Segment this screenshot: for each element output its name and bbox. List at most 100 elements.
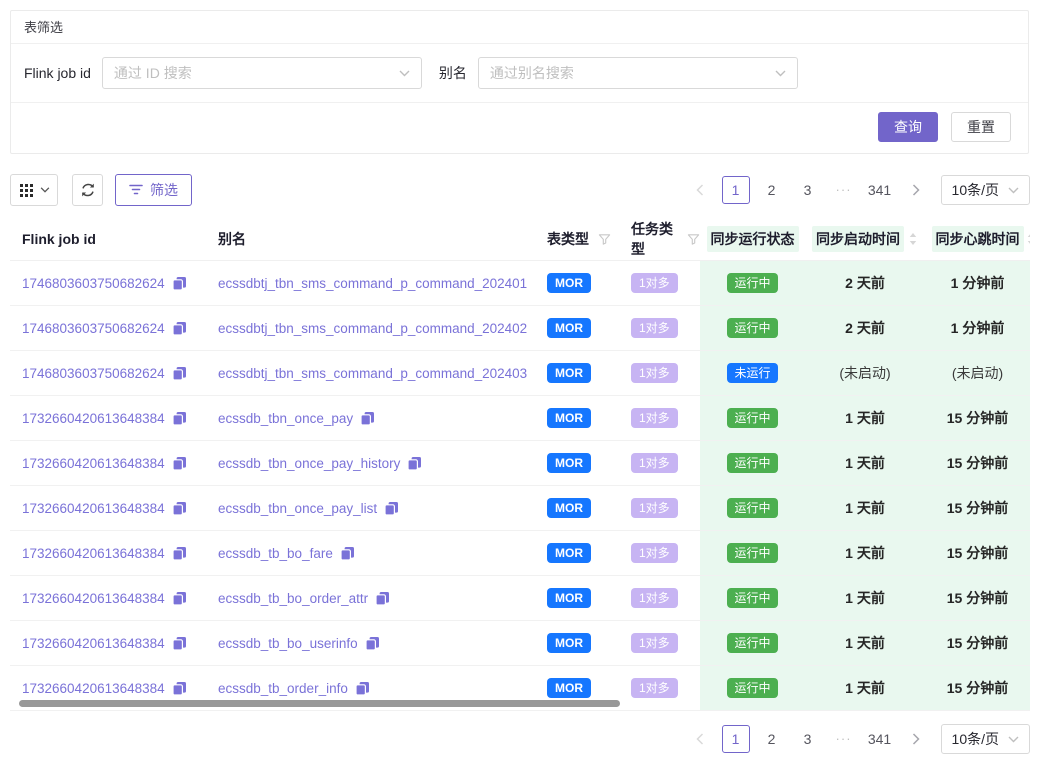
chevron-right-icon [912, 184, 920, 196]
row-alias-link[interactable]: ecssdbtj_tbn_sms_command_p_command_20240… [218, 321, 527, 336]
page-button-last[interactable]: 341 [866, 176, 894, 204]
row-alias-link[interactable]: ecssdb_tbn_once_pay_history [218, 456, 400, 471]
table-type-badge: MOR [547, 498, 591, 518]
status-badge: 未运行 [727, 363, 777, 383]
copy-icon[interactable] [172, 501, 187, 516]
copy-icon[interactable] [172, 276, 187, 291]
next-page-button[interactable] [902, 176, 930, 204]
row-alias-link[interactable]: ecssdb_tb_bo_order_attr [218, 591, 368, 606]
filter-button[interactable]: 筛选 [115, 174, 192, 206]
copy-icon[interactable] [172, 681, 187, 696]
page-button-2[interactable]: 2 [758, 176, 786, 204]
copy-icon[interactable] [172, 321, 187, 336]
page-button-3[interactable]: 3 [794, 176, 822, 204]
col-header-flink-job-id: Flink job id [10, 218, 206, 260]
status-badge: 运行中 [727, 588, 777, 608]
task-type-cell: 1对多 [619, 306, 700, 350]
flink-job-id-cell: 1746803603750682624 [10, 306, 206, 350]
copy-icon[interactable] [384, 501, 399, 516]
page-button-2[interactable]: 2 [758, 725, 786, 753]
col-header-sync-status: 同步运行状态 [700, 218, 805, 260]
copy-icon[interactable] [172, 591, 187, 606]
copy-icon[interactable] [360, 411, 375, 426]
start-time-cell: 2 天前 [805, 306, 925, 350]
page-size-select[interactable]: 10条/页 [941, 724, 1030, 754]
refresh-icon [80, 182, 96, 198]
alias-select[interactable]: 通过别名搜索 [478, 57, 798, 89]
task-type-cell: 1对多 [619, 261, 700, 305]
horizontal-scrollbar-thumb[interactable] [19, 700, 620, 707]
copy-icon[interactable] [365, 636, 380, 651]
row-id-link[interactable]: 1732660420613648384 [22, 501, 165, 516]
row-alias-link[interactable]: ecssdb_tbn_once_pay [218, 411, 353, 426]
copy-icon[interactable] [172, 546, 187, 561]
task-type-badge: 1对多 [631, 678, 678, 698]
flink-job-id-select[interactable]: 通过 ID 搜索 [102, 57, 422, 89]
page-ellipsis[interactable]: ··· [830, 725, 858, 753]
filter-card: 表筛选 Flink job id 通过 ID 搜索 别名 通过别名搜索 [10, 10, 1029, 154]
page-size-select[interactable]: 10条/页 [941, 175, 1030, 205]
column-settings-button[interactable] [10, 174, 58, 206]
filter-funnel-icon[interactable] [598, 233, 611, 246]
prev-page-button[interactable] [686, 725, 714, 753]
col-header-sync-heartbeat-time[interactable]: 同步心跳时间 [925, 218, 1030, 260]
page-ellipsis[interactable]: ··· [830, 176, 858, 204]
table-body: 1746803603750682624 ecssdbtj_tbn_sms_com… [10, 261, 1030, 711]
sorter-icon[interactable] [1026, 232, 1030, 246]
copy-icon[interactable] [375, 591, 390, 606]
row-alias-link[interactable]: ecssdb_tb_bo_fare [218, 546, 333, 561]
chevron-down-icon [40, 187, 50, 193]
sync-status-cell: 运行中 [700, 441, 805, 485]
copy-icon[interactable] [355, 681, 370, 696]
heartbeat-time-cell: 1 分钟前 [925, 261, 1030, 305]
table-type-cell: MOR [535, 441, 619, 485]
page-button-1[interactable]: 1 [722, 725, 750, 753]
row-id-link[interactable]: 1732660420613648384 [22, 591, 165, 606]
table-type-badge: MOR [547, 363, 591, 383]
prev-page-button[interactable] [686, 176, 714, 204]
row-alias-link[interactable]: ecssdb_tb_order_info [218, 681, 348, 696]
next-page-button[interactable] [902, 725, 930, 753]
chevron-down-icon [1008, 187, 1019, 194]
alias-label: 别名 [439, 63, 467, 83]
row-id-link[interactable]: 1746803603750682624 [22, 276, 165, 291]
chevron-down-icon [1008, 736, 1019, 743]
row-id-link[interactable]: 1746803603750682624 [22, 321, 165, 336]
table-toolbar: 筛选 1 2 3 ··· 341 10条/页 [10, 174, 1030, 206]
col-header-label: 任务类型 [631, 219, 678, 259]
copy-icon[interactable] [407, 456, 422, 471]
row-alias-link[interactable]: ecssdbtj_tbn_sms_command_p_command_20240… [218, 366, 527, 381]
query-button[interactable]: 查询 [878, 112, 938, 142]
alias-cell: ecssdbtj_tbn_sms_command_p_command_20240… [206, 351, 535, 395]
filter-funnel-icon[interactable] [687, 233, 700, 246]
copy-icon[interactable] [172, 456, 187, 471]
refresh-button[interactable] [72, 174, 103, 206]
status-badge: 运行中 [727, 543, 777, 563]
page-button-1[interactable]: 1 [722, 176, 750, 204]
row-id-link[interactable]: 1732660420613648384 [22, 546, 165, 561]
chevron-down-icon [399, 70, 410, 77]
task-type-badge: 1对多 [631, 633, 678, 653]
status-badge: 运行中 [727, 318, 777, 338]
start-time-cell: 1 天前 [805, 441, 925, 485]
copy-icon[interactable] [172, 411, 187, 426]
copy-icon[interactable] [340, 546, 355, 561]
copy-icon[interactable] [172, 366, 187, 381]
page-button-3[interactable]: 3 [794, 725, 822, 753]
row-id-link[interactable]: 1746803603750682624 [22, 366, 165, 381]
row-alias-link[interactable]: ecssdbtj_tbn_sms_command_p_command_20240… [218, 276, 527, 291]
data-table: Flink job id 别名 表类型 任务类型 同步运行状态 [10, 218, 1030, 711]
row-id-link[interactable]: 1732660420613648384 [22, 681, 165, 696]
sorter-icon[interactable] [908, 232, 918, 246]
row-id-link[interactable]: 1732660420613648384 [22, 411, 165, 426]
reset-button[interactable]: 重置 [951, 112, 1011, 142]
sync-status-cell: 运行中 [700, 396, 805, 440]
col-header-sync-start-time[interactable]: 同步启动时间 [805, 218, 925, 260]
row-id-link[interactable]: 1732660420613648384 [22, 636, 165, 651]
row-alias-link[interactable]: ecssdb_tbn_once_pay_list [218, 501, 377, 516]
row-id-link[interactable]: 1732660420613648384 [22, 456, 165, 471]
copy-icon[interactable] [172, 636, 187, 651]
page-button-last[interactable]: 341 [866, 725, 894, 753]
row-alias-link[interactable]: ecssdb_tb_bo_userinfo [218, 636, 358, 651]
heartbeat-time-cell: (未启动) [925, 351, 1030, 395]
